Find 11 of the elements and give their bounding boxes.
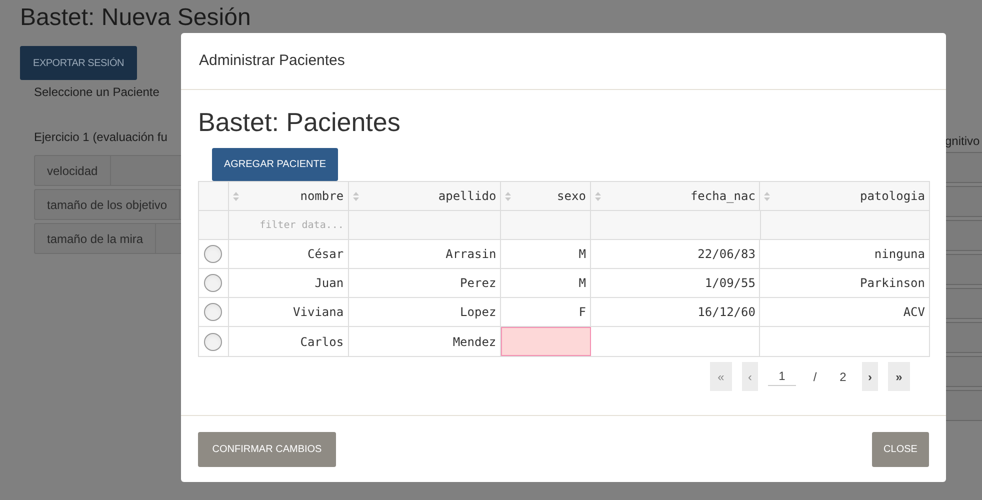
parameter-label: tamaño de los objetivo (35, 190, 180, 219)
patient-prompt: Seleccione un Paciente (34, 84, 160, 101)
page-separator: / (812, 368, 818, 386)
modal-title: Administrar Pacientes (199, 50, 345, 71)
exercise-label: gnitivo (945, 133, 980, 150)
parameter-label: velocidad (35, 156, 111, 185)
page-total: 2 (838, 368, 848, 386)
section-heading: Bastet: Pacientes (198, 106, 402, 138)
exercise-label: Ejercicio 1 (evaluación fu (34, 129, 168, 146)
page-title: Bastet: Nueva Sesión (20, 4, 252, 32)
parameter-label: tamaño de la mira (35, 224, 156, 253)
